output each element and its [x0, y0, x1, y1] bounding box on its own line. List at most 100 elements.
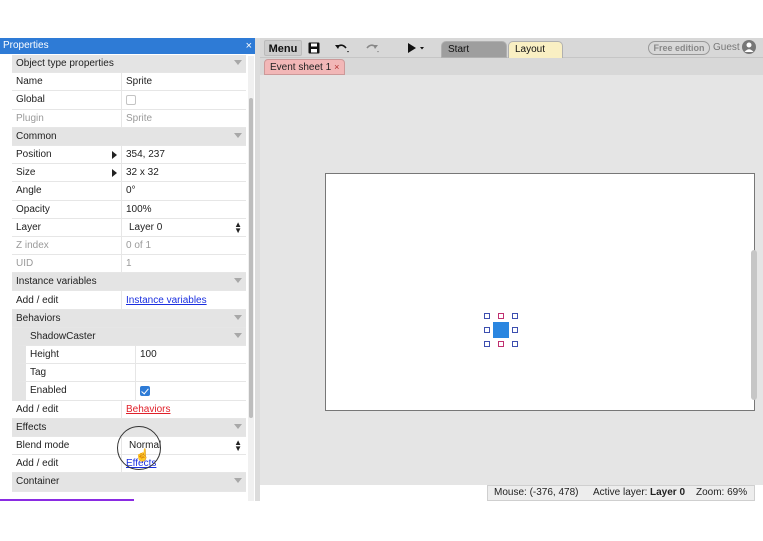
property-value[interactable]: Behaviors	[122, 401, 246, 418]
zoom-level: Zoom: 69%	[696, 487, 748, 498]
property-name-text: Angle	[16, 185, 42, 197]
chevron-down-icon[interactable]	[234, 332, 242, 338]
property-name-text: Add / edit	[16, 294, 59, 306]
property-row-uid[interactable]: UID 1	[12, 255, 246, 274]
progress-indicator	[0, 499, 134, 501]
property-value[interactable]	[136, 364, 246, 381]
property-row-layer[interactable]: Layer Layer 0 ▲ ▼	[12, 218, 246, 237]
menu-button[interactable]: Menu	[264, 40, 302, 56]
user-icon[interactable]	[742, 40, 756, 54]
property-value[interactable]: 32 x 32	[122, 164, 246, 181]
property-value[interactable]: 354, 237	[122, 146, 246, 163]
category-label: Behaviors	[16, 312, 61, 324]
property-name-text: Add / edit	[16, 403, 59, 415]
resize-handle-bottom-left[interactable]	[484, 341, 490, 347]
save-button[interactable]	[308, 40, 320, 56]
properties-scrollbar-thumb[interactable]	[249, 98, 253, 418]
property-row-enabled[interactable]: Enabled	[12, 382, 246, 401]
global-checkbox[interactable]	[126, 94, 136, 105]
instance-variables-link[interactable]: Instance variables	[126, 295, 207, 306]
close-icon[interactable]: ×	[334, 62, 339, 72]
sprite-instance[interactable]	[493, 322, 509, 338]
chevron-down-icon[interactable]	[234, 278, 242, 284]
property-row-add-edit[interactable]: Add / edit Instance variables	[12, 291, 246, 310]
property-row-name[interactable]: Name Sprite	[12, 73, 246, 92]
resize-handle-top-right[interactable]	[512, 313, 518, 319]
layout-area[interactable]	[325, 173, 755, 411]
guest-label[interactable]: Guest	[713, 41, 740, 55]
undo-button[interactable]	[334, 40, 350, 56]
tab-event-sheet-1[interactable]: Event sheet 1 ×	[264, 59, 346, 75]
chevron-down-icon[interactable]	[234, 478, 242, 484]
enabled-checkbox[interactable]	[140, 385, 150, 396]
chevron-down-icon[interactable]	[234, 423, 242, 429]
construct-editor: Properties × Object type properties Name S…	[0, 38, 763, 501]
property-value[interactable]: Layer 0 ▲ ▼	[122, 219, 246, 236]
resize-handle-bottom-right[interactable]	[512, 341, 518, 347]
chevron-down-icon[interactable]	[234, 314, 242, 320]
category-container[interactable]: Container	[12, 473, 246, 492]
category-instance-variables[interactable]: Instance variables	[12, 273, 246, 292]
property-grid: Object type properties Name Sprite Global Pl…	[12, 55, 246, 492]
property-row-add-edit[interactable]: Add / edit Behaviors	[12, 400, 246, 419]
tab-label: Event sheet 1	[270, 62, 332, 73]
property-name-text: Name	[16, 76, 43, 88]
resize-handle-bottom[interactable]	[498, 341, 504, 347]
chevron-right-icon[interactable]	[112, 169, 117, 178]
property-name-text: Enabled	[30, 385, 67, 397]
secondary-tab-bar: Event sheet 1 ×	[260, 58, 763, 75]
property-row-angle[interactable]: Angle 0°	[12, 182, 246, 201]
resize-handle-left[interactable]	[484, 327, 490, 333]
redo-icon	[366, 44, 379, 53]
property-row-height[interactable]: Height 100	[12, 346, 246, 365]
properties-panel: Properties × Object type properties Name S…	[0, 38, 258, 501]
category-common[interactable]: Common	[12, 127, 246, 146]
tab-layout-1[interactable]: Layout 1×	[508, 41, 563, 72]
property-row-z-index[interactable]: Z index 0 of 1	[12, 236, 246, 256]
property-row-tag[interactable]: Tag	[12, 364, 246, 383]
property-value[interactable]	[136, 382, 246, 399]
undo-icon	[335, 44, 349, 53]
property-row-opacity[interactable]: Opacity 100%	[12, 200, 246, 219]
property-value[interactable]: Instance variables	[122, 291, 246, 308]
resize-handle-right[interactable]	[512, 327, 518, 333]
preview-button[interactable]	[407, 40, 425, 56]
property-value[interactable]: 100%	[122, 201, 246, 218]
property-value[interactable]	[122, 91, 246, 108]
property-value-text: Sprite	[126, 112, 153, 124]
category-behaviors[interactable]: Behaviors	[12, 309, 246, 328]
resize-handle-top-left[interactable]	[484, 313, 490, 319]
property-value[interactable]: 100	[136, 346, 246, 363]
layout-view[interactable]	[260, 75, 763, 485]
property-value[interactable]: Sprite	[122, 73, 246, 90]
property-row-plugin[interactable]: Plugin Sprite	[12, 109, 246, 128]
free-edition-badge[interactable]: Free edition	[648, 41, 710, 55]
property-name: Layer	[12, 218, 122, 236]
tab-start-page[interactable]: Start page×	[441, 41, 507, 72]
property-row-size[interactable]: Size 32 x 32	[12, 164, 246, 183]
close-icon[interactable]: ×	[246, 38, 252, 54]
property-name: Add / edit	[12, 400, 122, 418]
property-value-text: Sprite	[126, 76, 153, 88]
category-shadowcaster[interactable]: ShadowCaster	[12, 327, 246, 346]
property-name: Opacity	[12, 200, 122, 218]
property-value-text: Layer 0	[129, 221, 163, 233]
property-name: UID	[12, 255, 122, 273]
select-arrows-icon[interactable]: ▲ ▼	[234, 220, 242, 234]
property-value-text: 100	[140, 349, 157, 361]
category-object-type-properties[interactable]: Object type properties	[12, 55, 246, 74]
property-name-text: Opacity	[16, 203, 50, 215]
behaviors-link[interactable]: Behaviors	[126, 404, 170, 415]
property-row-global[interactable]: Global	[12, 91, 246, 110]
chevron-down-icon[interactable]	[234, 60, 242, 65]
layout-vertical-scrollbar[interactable]	[751, 250, 757, 400]
resize-handle-top[interactable]	[498, 313, 504, 319]
chevron-right-icon[interactable]	[112, 150, 117, 159]
select-arrows-icon[interactable]: ▲ ▼	[234, 438, 242, 452]
redo-button[interactable]	[364, 40, 380, 56]
category-label: Common	[16, 130, 57, 142]
property-value-text: 0°	[126, 185, 136, 197]
property-value[interactable]: 0°	[122, 182, 246, 199]
property-row-position[interactable]: Position 354, 237	[12, 145, 246, 165]
chevron-down-icon[interactable]	[234, 132, 242, 138]
